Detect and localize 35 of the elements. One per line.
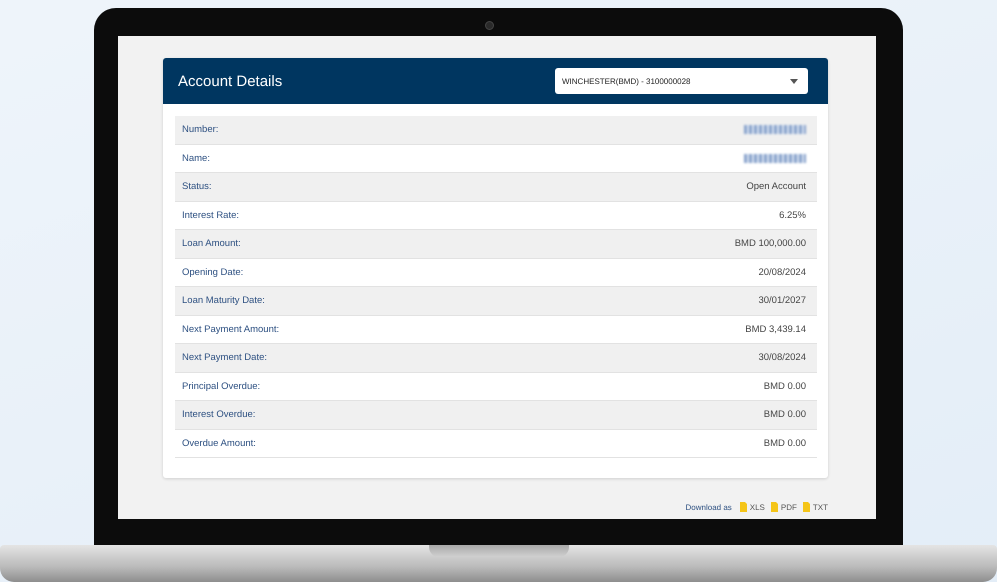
caret-icon — [790, 78, 798, 84]
field-label: Overdue Amount: — [182, 438, 256, 449]
field-value: BMD 3,439.14 — [745, 324, 806, 335]
field-label: Principal Overdue: — [182, 380, 260, 392]
field-value: 30/08/2024 — [758, 352, 806, 364]
field-label: Name: — [182, 152, 210, 164]
field-label: Loan Maturity Date: — [182, 295, 265, 306]
field-value: BMD 0.00 — [764, 380, 806, 392]
file-icon — [770, 502, 778, 512]
field-label: Status: — [182, 181, 212, 192]
field-label: Next Payment Amount: — [182, 324, 280, 335]
download-link[interactable]: XLS — [740, 502, 765, 512]
redacted-value — [744, 125, 806, 134]
field-value: Open Account — [746, 181, 806, 192]
card-title: Account Details — [178, 72, 282, 90]
field-label: Loan Amount: — [182, 238, 241, 250]
file-icon — [740, 502, 747, 512]
field-value: 20/08/2024 — [758, 266, 806, 278]
download-label: Download as — [686, 502, 732, 512]
field-label: Number: — [182, 124, 218, 136]
field-label: Interest Rate: — [182, 210, 240, 221]
download-link[interactable]: TXT — [802, 502, 828, 512]
field-value: 6.25% — [779, 210, 806, 221]
field-label: Interest Overdue: — [182, 409, 256, 420]
redacted-value — [744, 154, 806, 163]
field-value: BMD 0.00 — [764, 409, 806, 420]
field-label: Next Payment Date: — [182, 352, 268, 364]
camera-icon — [485, 21, 494, 30]
field-label: Opening Date: — [182, 266, 244, 278]
file-icon — [802, 502, 810, 512]
account-dropdown[interactable]: WINCHESTER(BMD) - 3100000028 — [555, 68, 808, 94]
field-value: BMD 0.00 — [764, 438, 806, 449]
field-value: 30/01/2027 — [758, 295, 806, 306]
download-link[interactable]: PDF — [770, 502, 797, 512]
field-value: BMD 100,000.00 — [734, 238, 806, 250]
